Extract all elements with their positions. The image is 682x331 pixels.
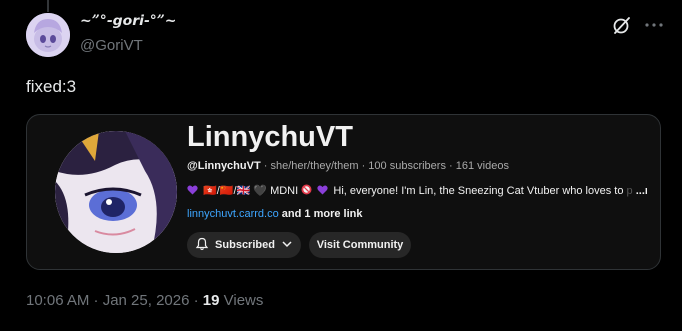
author-display-name[interactable]: ~”°-𝙜𝙤𝙧𝙞-°”~: [80, 13, 177, 29]
post-timestamp: 10:06 AM · Jan 25, 2026 · 19 Views: [26, 292, 263, 309]
author-avatar[interactable]: [26, 13, 70, 57]
more-dots-icon[interactable]: [643, 14, 665, 36]
channel-avatar[interactable]: [55, 131, 177, 253]
channel-name[interactable]: LinnychuVT: [187, 121, 353, 154]
author-handle[interactable]: @GoriVT: [80, 37, 143, 54]
post-time[interactable]: 10:06 AM · Jan 25, 2026 ·: [26, 292, 203, 309]
bell-icon: [195, 237, 209, 254]
description-text: Hi, everyone! I'm Lin, the Sneezing Cat …: [333, 185, 624, 197]
channel-links: linnychuvt.carrd.co and 1 more link: [187, 208, 362, 220]
more-link[interactable]: ...more: [636, 185, 647, 197]
description-flags: 🇭🇰/🇨🇳/🇬🇧 🖤 MDNI: [203, 185, 299, 197]
thread-connector-line: [47, 0, 49, 12]
views-label: Views: [219, 292, 264, 309]
purple-heart-icon: [187, 185, 198, 198]
no-entry-icon: [301, 184, 312, 198]
description-fade: p: [626, 185, 633, 197]
subscribed-label: Subscribed: [215, 239, 275, 251]
channel-videos: · 161 videos: [449, 160, 509, 172]
channel-pronouns: · she/her/they/them: [263, 160, 359, 172]
grok-icon[interactable]: [611, 14, 633, 36]
channel-meta: @LinnychuVT · she/her/they/them · 100 su…: [187, 160, 509, 172]
subscribed-button[interactable]: Subscribed: [187, 232, 301, 258]
purple-heart-icon: [317, 185, 328, 198]
channel-link[interactable]: linnychuvt.carrd.co: [187, 208, 279, 220]
youtube-channel-card[interactable]: LinnychuVT @LinnychuVT · she/her/they/th…: [26, 114, 661, 270]
channel-description[interactable]: 🇭🇰/🇨🇳/🇬🇧 🖤 MDNI Hi, everyone! I'm Lin, t…: [187, 184, 647, 198]
chevron-down-icon: [281, 238, 293, 253]
views-count: 19: [202, 292, 220, 309]
post-text: fixed:3: [26, 77, 77, 96]
more-links[interactable]: and 1 more link: [282, 208, 363, 220]
visit-community-button[interactable]: Visit Community: [309, 232, 411, 258]
channel-subscribers: · 100 subscribers: [361, 160, 446, 172]
channel-handle[interactable]: @LinnychuVT: [187, 160, 261, 172]
